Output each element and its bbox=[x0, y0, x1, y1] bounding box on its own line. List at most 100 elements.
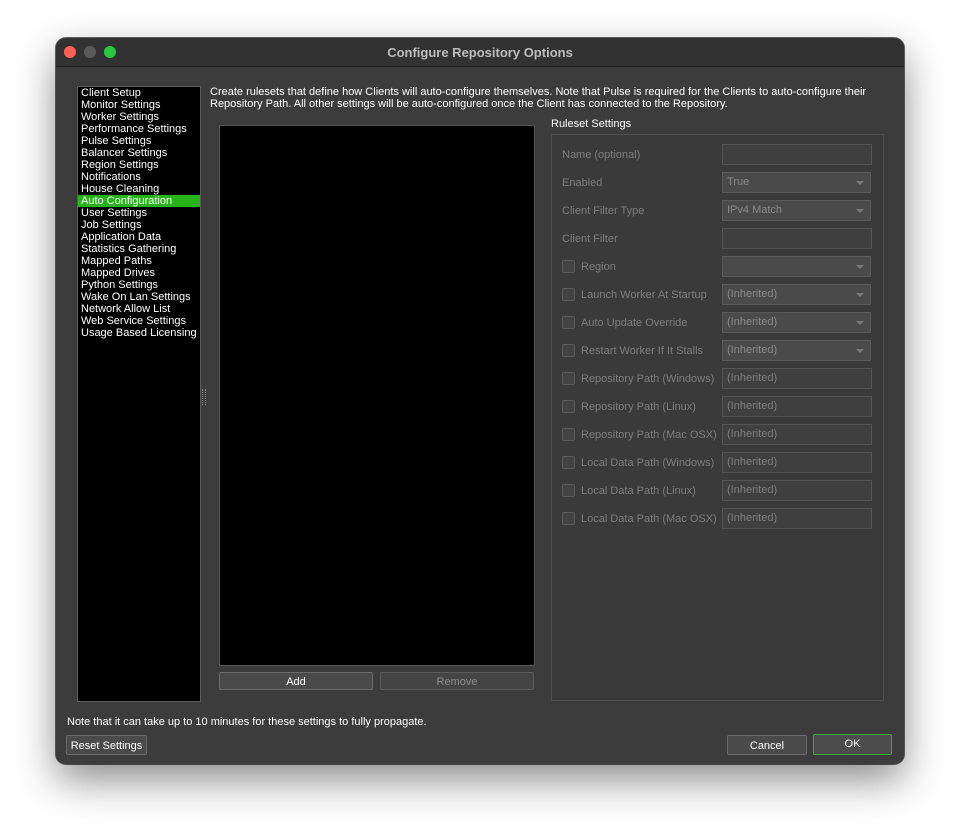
client-filter-type-dropdown[interactable]: IPv4 Match bbox=[722, 200, 871, 221]
repository-path-mac-osx-label: Repository Path (Mac OSX) bbox=[581, 429, 717, 441]
remove-ruleset-button[interactable]: Remove bbox=[380, 672, 534, 690]
repository-path-mac-osx-checkbox[interactable] bbox=[562, 428, 575, 441]
name-optional-input[interactable] bbox=[722, 144, 872, 165]
repository-path-linux-input[interactable]: (Inherited) bbox=[722, 396, 872, 417]
setting-row-local-data-path-mac-osx: Local Data Path (Mac OSX) (Inherited) bbox=[562, 508, 872, 530]
nav-item-monitor-settings[interactable]: Monitor Settings bbox=[78, 99, 200, 111]
setting-row-client-filter-type: Client Filter Type IPv4 Match bbox=[562, 200, 872, 222]
maximize-window-icon[interactable] bbox=[104, 46, 116, 58]
nav-item-auto-configuration[interactable]: Auto Configuration bbox=[78, 195, 200, 207]
local-data-path-windows-label: Local Data Path (Windows) bbox=[581, 457, 715, 469]
nav-item-usage-based-licensing[interactable]: Usage Based Licensing bbox=[78, 327, 200, 339]
repository-path-linux-label: Repository Path (Linux) bbox=[581, 401, 696, 413]
local-data-path-windows-value: (Inherited) bbox=[727, 456, 778, 468]
auto-configuration-description: Create rulesets that define how Clients … bbox=[210, 86, 867, 110]
repository-path-windows-checkbox[interactable] bbox=[562, 372, 575, 385]
launch-worker-at-startup-dropdown[interactable]: (Inherited) bbox=[722, 284, 871, 305]
minimize-window-icon[interactable] bbox=[84, 46, 96, 58]
nav-item-worker-settings[interactable]: Worker Settings bbox=[78, 111, 200, 123]
restart-worker-if-it-stalls-dropdown[interactable]: (Inherited) bbox=[722, 340, 871, 361]
ok-button[interactable]: OK bbox=[813, 734, 892, 755]
nav-item-network-allow-list[interactable]: Network Allow List bbox=[78, 303, 200, 315]
nav-item-web-service-settings[interactable]: Web Service Settings bbox=[78, 315, 200, 327]
launch-worker-at-startup-label: Launch Worker At Startup bbox=[581, 289, 707, 301]
client-filter-type-label: Client Filter Type bbox=[562, 205, 645, 217]
reset-settings-button[interactable]: Reset Settings bbox=[66, 735, 147, 755]
window-title: Configure Repository Options bbox=[387, 44, 573, 60]
enabled-value: True bbox=[727, 176, 750, 188]
setting-row-restart-worker-if-it-stalls: Restart Worker If It Stalls (Inherited) bbox=[562, 340, 872, 362]
setting-row-repository-path-linux: Repository Path (Linux) (Inherited) bbox=[562, 396, 872, 418]
title-bar[interactable]: Configure Repository Options bbox=[56, 38, 904, 67]
settings-category-list[interactable]: Client Setup Monitor Settings Worker Setti… bbox=[77, 86, 201, 702]
configure-repository-options-window: Configure Repository Options Client Setu… bbox=[56, 38, 904, 764]
restart-worker-if-it-stalls-label: Restart Worker If It Stalls bbox=[581, 345, 704, 357]
nav-item-client-setup[interactable]: Client Setup bbox=[78, 87, 200, 99]
repository-path-linux-checkbox[interactable] bbox=[562, 400, 575, 413]
close-window-icon[interactable] bbox=[64, 46, 76, 58]
setting-row-auto-update-override: Auto Update Override (Inherited) bbox=[562, 312, 872, 334]
region-checkbox[interactable] bbox=[562, 260, 575, 273]
propagation-note: Note that it can take up to 10 minutes f… bbox=[67, 716, 427, 728]
local-data-path-linux-label: Local Data Path (Linux) bbox=[581, 485, 696, 497]
launch-worker-at-startup-checkbox[interactable] bbox=[562, 288, 575, 301]
client-filter-input[interactable] bbox=[722, 228, 872, 249]
local-data-path-linux-checkbox[interactable] bbox=[562, 484, 575, 497]
repository-path-linux-value: (Inherited) bbox=[727, 400, 778, 412]
repository-path-mac-osx-value: (Inherited) bbox=[727, 428, 778, 440]
local-data-path-mac-osx-input[interactable]: (Inherited) bbox=[722, 508, 872, 529]
local-data-path-windows-checkbox[interactable] bbox=[562, 456, 575, 469]
nav-item-statistics-gathering[interactable]: Statistics Gathering bbox=[78, 243, 200, 255]
nav-item-python-settings[interactable]: Python Settings bbox=[78, 279, 200, 291]
nav-item-house-cleaning[interactable]: House Cleaning bbox=[78, 183, 200, 195]
splitter-handle[interactable] bbox=[202, 389, 206, 405]
region-dropdown[interactable] bbox=[722, 256, 871, 277]
nav-item-mapped-paths[interactable]: Mapped Paths bbox=[78, 255, 200, 267]
window-controls bbox=[64, 46, 116, 58]
local-data-path-linux-input[interactable]: (Inherited) bbox=[722, 480, 872, 501]
chevron-down-icon bbox=[856, 349, 864, 353]
nav-item-region-settings[interactable]: Region Settings bbox=[78, 159, 200, 171]
chevron-down-icon bbox=[856, 321, 864, 325]
cancel-button[interactable]: Cancel bbox=[727, 735, 807, 755]
setting-row-local-data-path-windows: Local Data Path (Windows) (Inherited) bbox=[562, 452, 872, 474]
setting-row-client-filter: Client Filter bbox=[562, 228, 872, 250]
nav-item-wake-on-lan-settings[interactable]: Wake On Lan Settings bbox=[78, 291, 200, 303]
nav-item-performance-settings[interactable]: Performance Settings bbox=[78, 123, 200, 135]
local-data-path-mac-osx-value: (Inherited) bbox=[727, 512, 778, 524]
chevron-down-icon bbox=[856, 293, 864, 297]
nav-item-notifications[interactable]: Notifications bbox=[78, 171, 200, 183]
ruleset-settings-title: Ruleset Settings bbox=[551, 118, 632, 130]
nav-item-application-data[interactable]: Application Data bbox=[78, 231, 200, 243]
client-filter-label: Client Filter bbox=[562, 233, 618, 245]
local-data-path-mac-osx-label: Local Data Path (Mac OSX) bbox=[581, 513, 717, 525]
nav-item-job-settings[interactable]: Job Settings bbox=[78, 219, 200, 231]
auto-update-override-value: (Inherited) bbox=[727, 316, 778, 328]
nav-item-mapped-drives[interactable]: Mapped Drives bbox=[78, 267, 200, 279]
nav-item-user-settings[interactable]: User Settings bbox=[78, 207, 200, 219]
ruleset-list[interactable] bbox=[219, 125, 535, 666]
add-ruleset-button[interactable]: Add bbox=[219, 672, 373, 690]
name-optional-label: Name (optional) bbox=[562, 149, 641, 161]
local-data-path-mac-osx-checkbox[interactable] bbox=[562, 512, 575, 525]
enabled-dropdown[interactable]: True bbox=[722, 172, 871, 193]
repository-path-mac-osx-input[interactable]: (Inherited) bbox=[722, 424, 872, 445]
nav-item-pulse-settings[interactable]: Pulse Settings bbox=[78, 135, 200, 147]
nav-item-balancer-settings[interactable]: Balancer Settings bbox=[78, 147, 200, 159]
auto-update-override-dropdown[interactable]: (Inherited) bbox=[722, 312, 871, 333]
repository-path-windows-input[interactable]: (Inherited) bbox=[722, 368, 872, 389]
auto-update-override-checkbox[interactable] bbox=[562, 316, 575, 329]
region-label: Region bbox=[581, 261, 616, 273]
chevron-down-icon bbox=[856, 209, 864, 213]
restart-worker-if-it-stalls-value: (Inherited) bbox=[727, 344, 778, 356]
chevron-down-icon bbox=[856, 265, 864, 269]
launch-worker-at-startup-value: (Inherited) bbox=[727, 288, 778, 300]
auto-update-override-label: Auto Update Override bbox=[581, 317, 688, 329]
restart-worker-if-it-stalls-checkbox[interactable] bbox=[562, 344, 575, 357]
repository-path-windows-label: Repository Path (Windows) bbox=[581, 373, 715, 385]
setting-row-name-optional: Name (optional) bbox=[562, 144, 872, 166]
setting-row-enabled: Enabled True bbox=[562, 172, 872, 194]
chevron-down-icon bbox=[856, 181, 864, 185]
local-data-path-windows-input[interactable]: (Inherited) bbox=[722, 452, 872, 473]
enabled-label: Enabled bbox=[562, 177, 603, 189]
